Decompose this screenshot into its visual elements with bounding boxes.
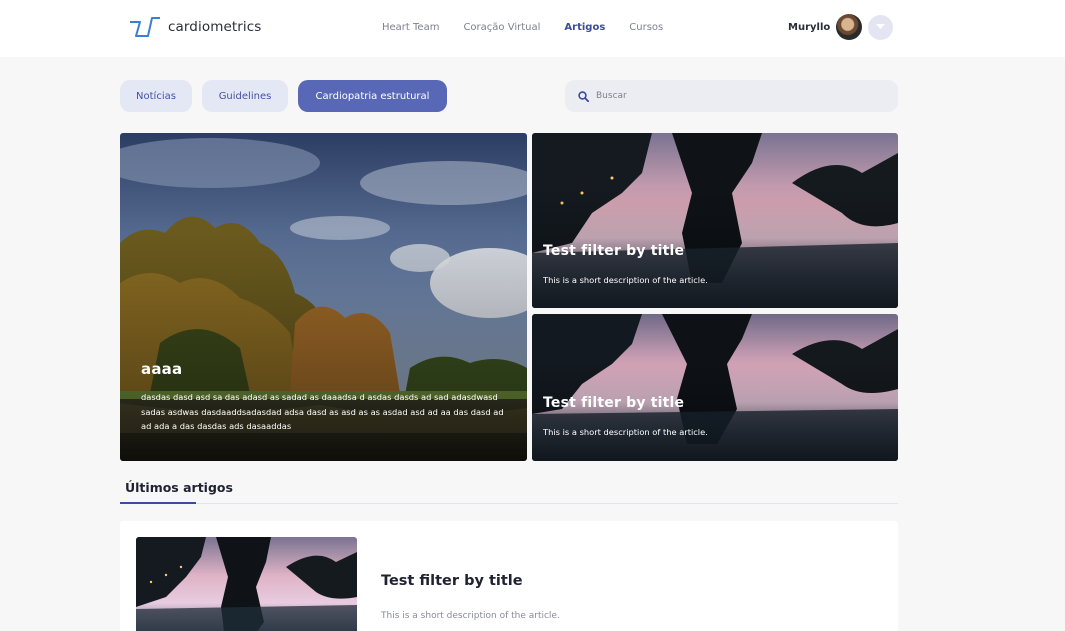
search-icon bbox=[578, 90, 589, 102]
section-tab-indicator bbox=[120, 502, 196, 504]
featured-article-side-1[interactable]: Test filter by title This is a short des… bbox=[532, 133, 898, 308]
chevron-down-icon bbox=[876, 24, 886, 29]
avatar[interactable] bbox=[836, 14, 863, 40]
nav-item-heart-team[interactable]: Heart Team bbox=[382, 22, 439, 33]
nav-item-coracao-virtual[interactable]: Coração Virtual bbox=[463, 22, 540, 33]
featured-article-main[interactable]: aaaa dasdas dasd asd sa das adasd as sad… bbox=[120, 133, 527, 461]
brand-name: cardiometrics bbox=[168, 19, 262, 35]
card-title: aaaa bbox=[141, 360, 183, 378]
card-description: This is a short description of the artic… bbox=[543, 427, 708, 437]
latest-article-description: This is a short description of the artic… bbox=[381, 611, 560, 621]
featured-article-side-2[interactable]: Test filter by title This is a short des… bbox=[532, 314, 898, 461]
search-input[interactable] bbox=[596, 91, 876, 101]
user-name: Muryllo bbox=[788, 21, 831, 33]
card-title: Test filter by title bbox=[543, 243, 685, 259]
latest-article-thumbnail bbox=[136, 537, 357, 631]
main-nav: Heart Team Coração Virtual Artigos Curso… bbox=[382, 22, 663, 33]
section-title-latest: Últimos artigos bbox=[125, 480, 233, 495]
card-description: dasdas dasd asd sa das adasd as sadad as… bbox=[141, 392, 504, 431]
card-description: This is a short description of the artic… bbox=[543, 275, 708, 285]
latest-article-card[interactable]: Test filter by title This is a short des… bbox=[120, 521, 898, 631]
filter-chip-noticias[interactable]: Notícias bbox=[120, 80, 192, 112]
filter-chip-cardiopatria-estrutural[interactable]: Cardiopatria estrutural bbox=[298, 80, 447, 112]
latest-article-image bbox=[136, 537, 357, 631]
top-bar: cardiometrics Heart Team Coração Virtual… bbox=[0, 0, 1065, 57]
user-area: Muryllo bbox=[788, 14, 894, 40]
brand-logo[interactable]: cardiometrics bbox=[128, 16, 261, 38]
section-divider bbox=[120, 503, 898, 504]
latest-article-title: Test filter by title bbox=[381, 573, 523, 589]
filter-chip-guidelines[interactable]: Guidelines bbox=[202, 80, 288, 112]
card-title: Test filter by title bbox=[543, 395, 685, 411]
search-bar[interactable] bbox=[565, 80, 898, 112]
heart-wave-logo-icon bbox=[130, 17, 160, 37]
nav-item-cursos[interactable]: Cursos bbox=[629, 22, 663, 33]
user-menu-button[interactable] bbox=[868, 14, 894, 40]
nav-item-artigos[interactable]: Artigos bbox=[564, 22, 605, 33]
